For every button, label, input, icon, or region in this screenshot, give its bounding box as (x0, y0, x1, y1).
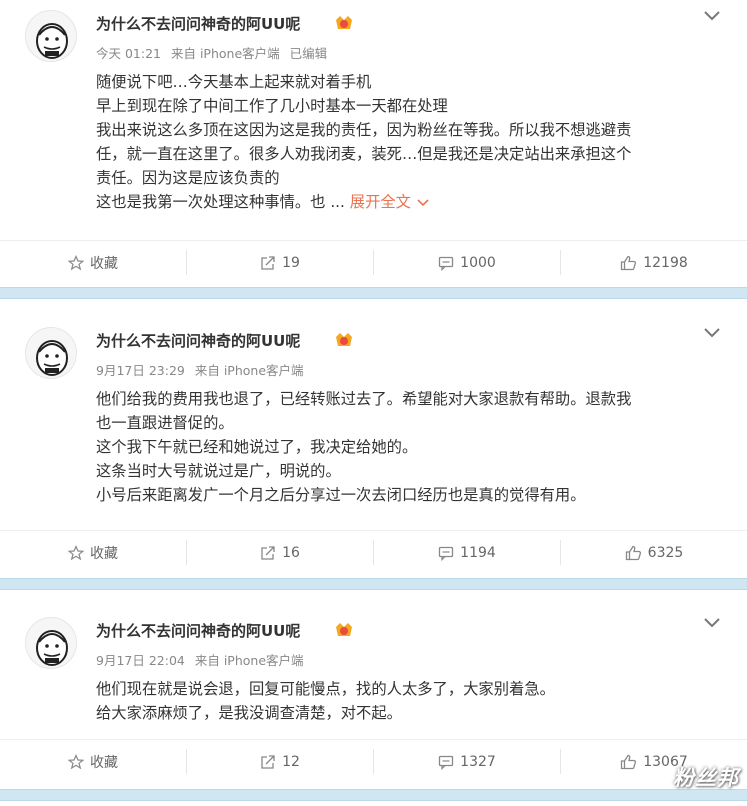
post-text: 他们给我的费用我也退了，已经转账过去了。希望能对大家退款有帮助。退款我 也一直跟… (96, 387, 716, 507)
post-time[interactable]: 今天 01:21 (96, 46, 161, 61)
post-line: 给大家添麻烦了，是我没调查清楚，对不起。 (96, 704, 402, 722)
repost-button[interactable]: 16 (186, 540, 373, 565)
weibo-post: 为什么不去问问神奇的阿UU呢 9月17日 23:29 来自 iPhone客户端 … (0, 317, 747, 531)
repost-count: 19 (282, 254, 300, 271)
comment-icon (439, 256, 454, 271)
expand-full-text-link[interactable]: 展开全文 (350, 193, 411, 211)
avatar[interactable] (25, 327, 77, 379)
spacer (0, 801, 747, 806)
favorite-button[interactable]: 收藏 (0, 250, 186, 275)
vip-badge-icon (336, 333, 352, 346)
feed-separator (0, 789, 747, 801)
feed-separator (0, 578, 747, 590)
weibo-post: 为什么不去问问神奇的阿UU呢 今天 01:21 来自 iPhone客户端 已编辑… (0, 0, 747, 242)
post-meta: 今天 01:21 来自 iPhone客户端 已编辑 (96, 43, 333, 62)
watermark: 粉丝邦 (673, 766, 739, 790)
vip-badge-icon (336, 623, 352, 636)
comment-button[interactable]: 1327 (373, 749, 560, 774)
weibo-post: 为什么不去问问神奇的阿UU呢 9月17日 22:04 来自 iPhone客户端 … (0, 607, 747, 740)
like-count: 12198 (643, 254, 688, 271)
action-bar: 收藏 19 1000 12198 (0, 240, 747, 284)
post-line: 这个我下午就已经和她说过了，我决定给她的。 (96, 438, 418, 456)
post-meta: 9月17日 22:04 来自 iPhone客户端 (96, 650, 310, 669)
like-count: 6325 (647, 544, 684, 561)
post-text: 随便说下吧…今天基本上起来就对着手机 早上到现在除了中间工作了几小时基本一天都在… (96, 70, 716, 214)
post-time[interactable]: 9月17日 23:29 (96, 363, 185, 378)
comment-icon (439, 755, 454, 770)
expand-chevron-icon[interactable] (417, 198, 429, 207)
post-time[interactable]: 9月17日 22:04 (96, 653, 185, 668)
favorite-button[interactable]: 收藏 (0, 540, 186, 565)
repost-count: 16 (282, 544, 300, 561)
chevron-down-icon[interactable] (703, 325, 721, 339)
post-line: 他们现在就是说会退，回复可能慢点，找的人太多了，大家别着急。 (96, 680, 555, 698)
thumbs-up-icon (621, 255, 637, 270)
comment-button[interactable]: 1000 (373, 250, 560, 275)
repost-button[interactable]: 12 (186, 749, 373, 774)
username[interactable]: 为什么不去问问神奇的阿UU呢 (96, 13, 300, 34)
star-icon (68, 544, 84, 560)
repost-count: 12 (282, 753, 300, 770)
like-button[interactable]: 6325 (560, 540, 747, 565)
post-line: 这也是我第一次处理这种事情。也 ... (96, 193, 350, 211)
repost-icon (261, 754, 275, 769)
avatar-image (36, 23, 68, 59)
comment-icon (439, 546, 454, 561)
post-line-last: 这也是我第一次处理这种事情。也 ... 展开全文 (96, 190, 716, 214)
favorite-label: 收藏 (90, 545, 118, 562)
favorite-label: 收藏 (90, 255, 118, 272)
comment-count: 1327 (460, 753, 496, 770)
favorite-label: 收藏 (90, 754, 118, 771)
post-line: 早上到现在除了中间工作了几小时基本一天都在处理 (96, 97, 448, 115)
avatar[interactable] (25, 617, 77, 669)
thumbs-up-icon (621, 754, 637, 769)
chevron-down-icon[interactable] (703, 615, 721, 629)
post-line: 任，就一直在这里了。很多人劝我闭麦，装死…但是我还是决定站出来承担这个 (96, 145, 632, 163)
post-source: 来自 iPhone客户端 (194, 653, 304, 668)
avatar[interactable] (25, 10, 77, 62)
star-icon (68, 753, 84, 769)
vip-badge-icon (336, 16, 352, 29)
feed-separator (0, 287, 747, 299)
spacer (0, 299, 747, 317)
action-bar: 收藏 12 1327 13067 (0, 739, 747, 783)
thumbs-up-icon (625, 545, 641, 560)
post-source: 来自 iPhone客户端 (170, 46, 280, 61)
star-icon (68, 254, 84, 270)
username[interactable]: 为什么不去问问神奇的阿UU呢 (96, 330, 300, 351)
post-text: 他们现在就是说会退，回复可能慢点，找的人太多了，大家别着急。 给大家添麻烦了，是… (96, 677, 716, 725)
edited-label[interactable]: 已编辑 (290, 46, 328, 61)
favorite-button[interactable]: 收藏 (0, 749, 186, 774)
action-bar: 收藏 16 1194 6325 (0, 530, 747, 574)
post-line: 他们给我的费用我也退了，已经转账过去了。希望能对大家退款有帮助。退款我 (96, 390, 632, 408)
post-meta: 9月17日 23:29 来自 iPhone客户端 (96, 360, 310, 379)
avatar-image (36, 340, 68, 376)
post-line: 随便说下吧…今天基本上起来就对着手机 (96, 73, 372, 91)
repost-button[interactable]: 19 (186, 250, 373, 275)
repost-icon (261, 255, 275, 270)
comment-count: 1000 (460, 254, 496, 271)
post-line: 也一直跟进督促的。 (96, 414, 234, 432)
post-source: 来自 iPhone客户端 (194, 363, 304, 378)
avatar-image (36, 630, 68, 666)
repost-icon (261, 545, 275, 560)
post-line: 我出来说这么多顶在这因为这是我的责任，因为粉丝在等我。所以我不想逃避责 (96, 121, 632, 139)
like-button[interactable]: 12198 (560, 250, 747, 275)
spacer (0, 590, 747, 607)
chevron-down-icon[interactable] (703, 8, 721, 22)
post-line: 小号后来距离发广一个月之后分享过一次去闭口经历也是真的觉得有用。 (96, 486, 586, 504)
post-line: 这条当时大号就说过是广，明说的。 (96, 462, 341, 480)
username[interactable]: 为什么不去问问神奇的阿UU呢 (96, 620, 300, 641)
post-line: 责任。因为这是应该负责的 (96, 169, 280, 187)
comment-button[interactable]: 1194 (373, 540, 560, 565)
comment-count: 1194 (460, 544, 496, 561)
